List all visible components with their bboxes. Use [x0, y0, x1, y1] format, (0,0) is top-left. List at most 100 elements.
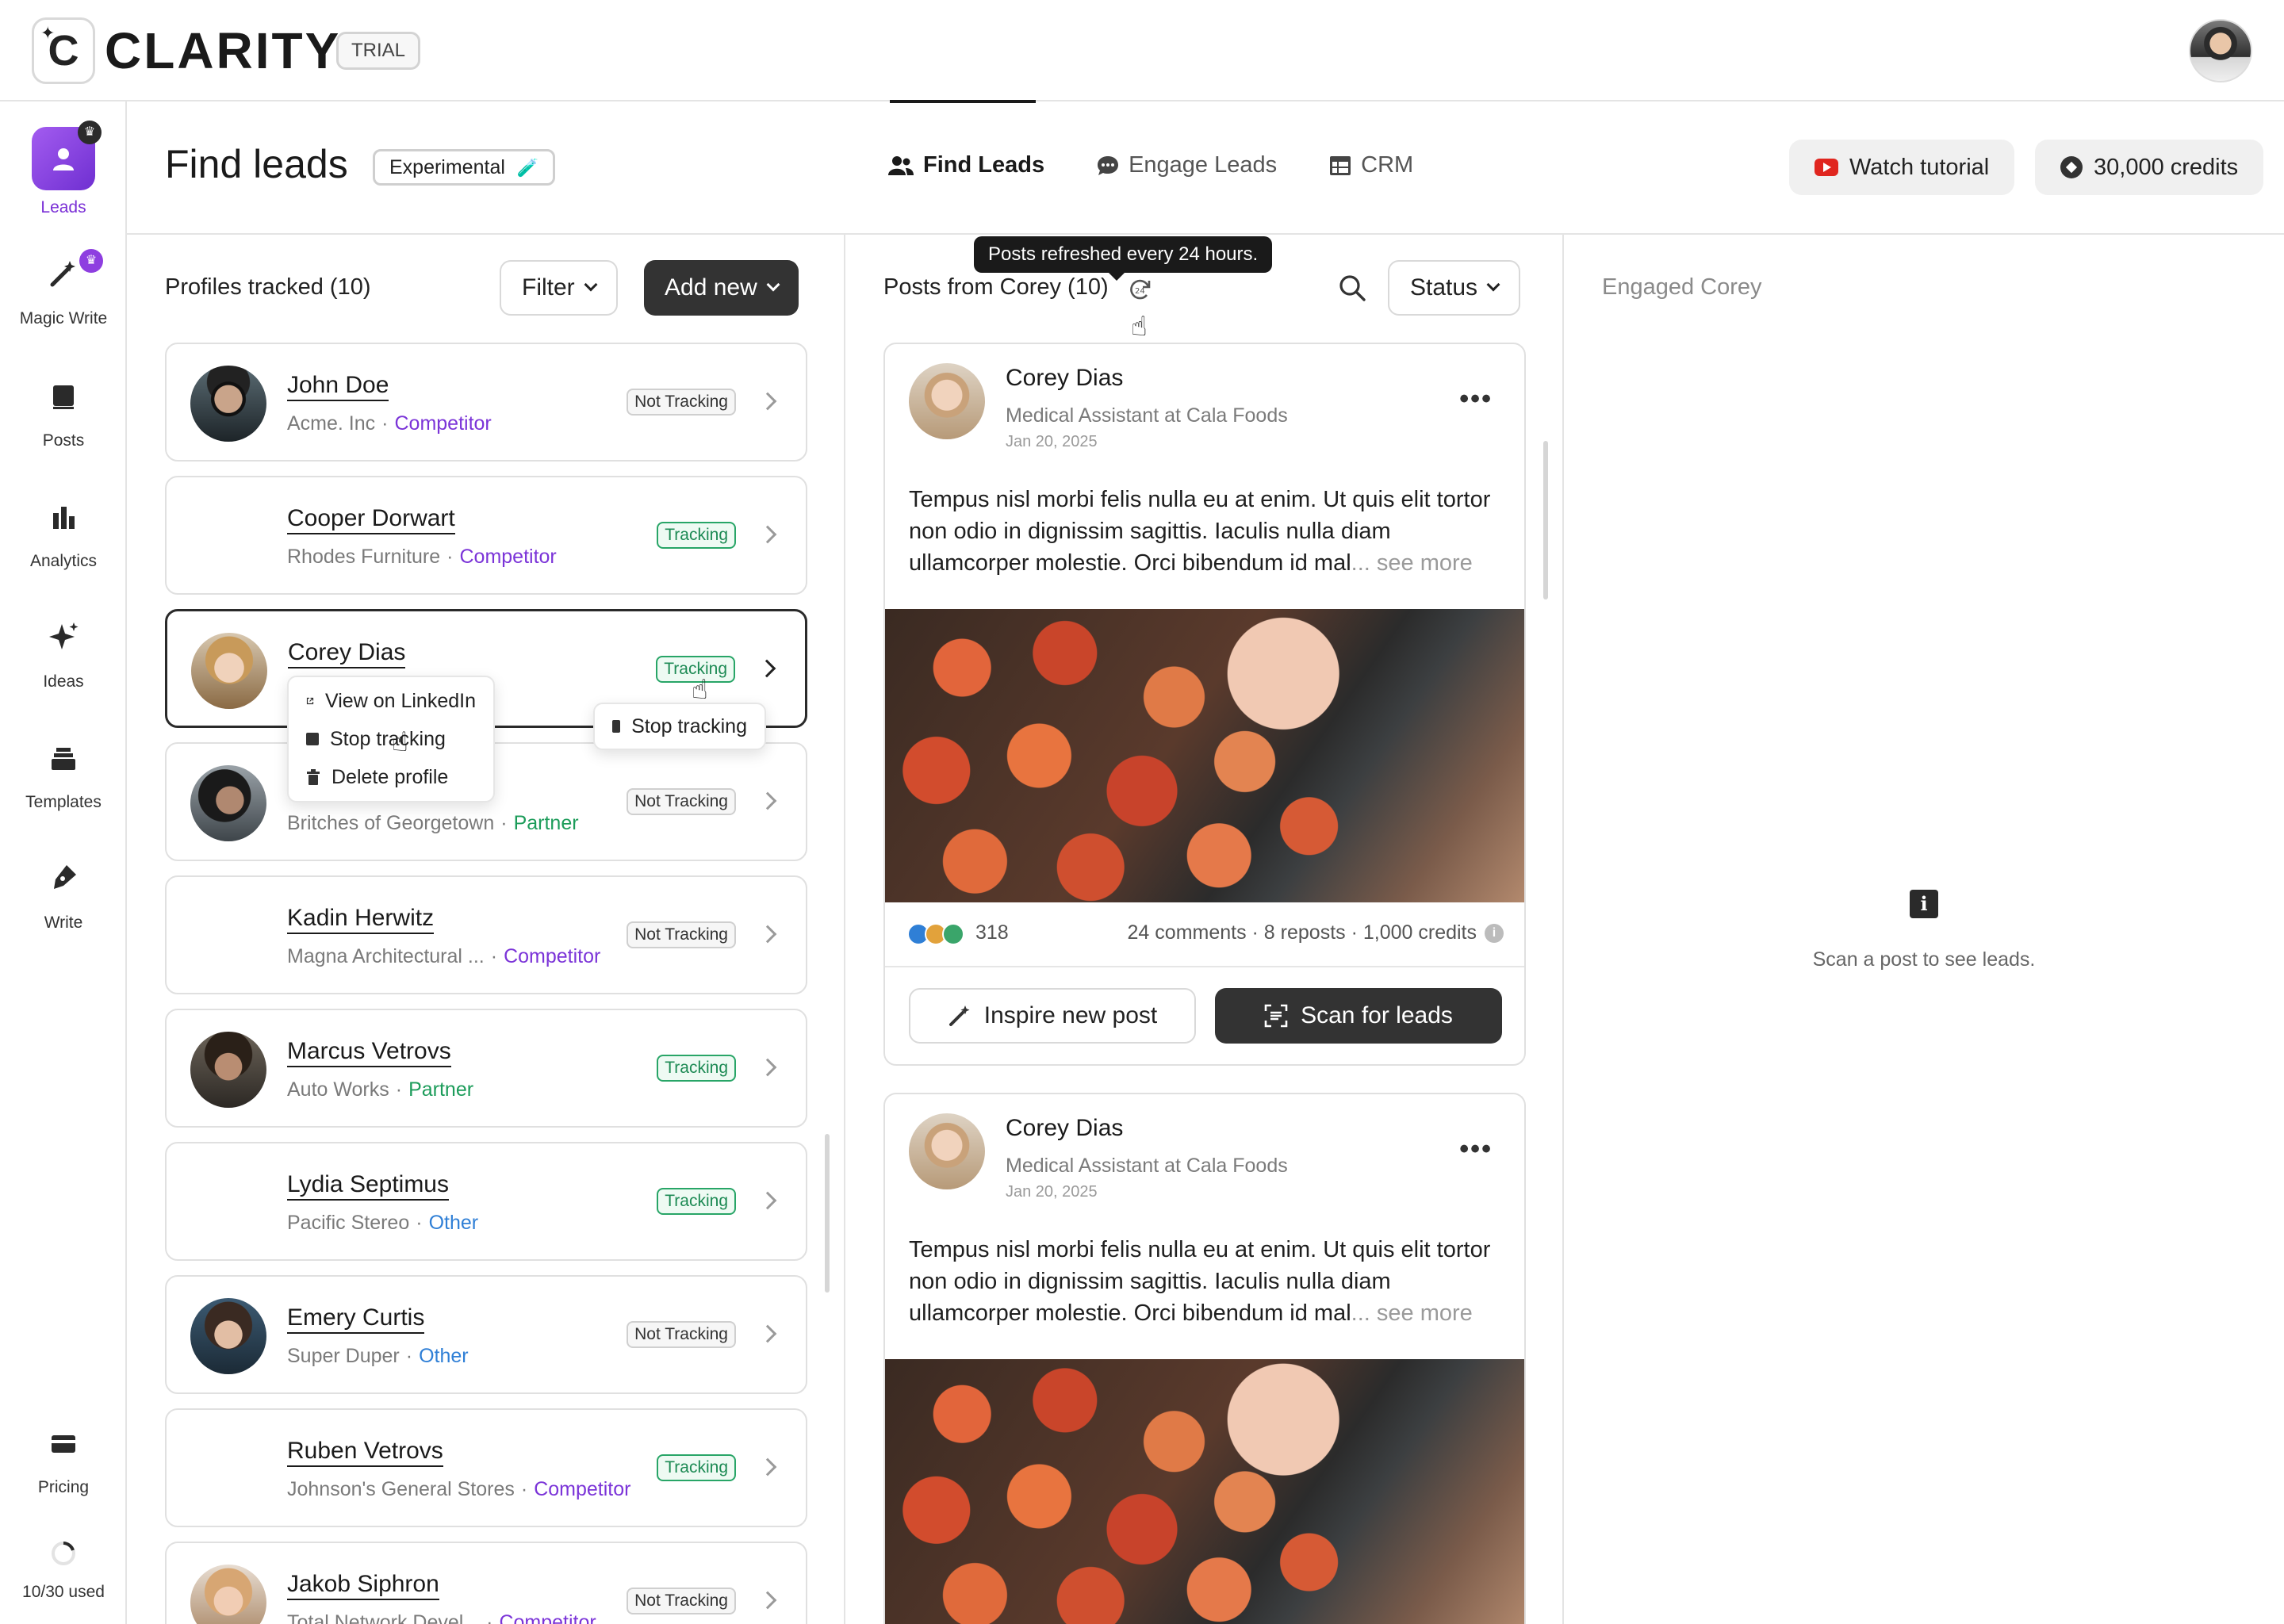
- chevron-right-icon[interactable]: [758, 525, 777, 544]
- chevron-right-icon[interactable]: [758, 392, 777, 411]
- sidebar-item-leads[interactable]: ♛ Leads: [0, 121, 127, 217]
- profile-card[interactable]: Emery Curtis Super Duper · Other Not Track…: [165, 1275, 807, 1394]
- chat-bubble-icon: [1098, 155, 1119, 175]
- profile-card[interactable]: Lydia Septimus Pacific Stereo · Other Trac…: [165, 1142, 807, 1261]
- magic-wand-icon: [948, 1005, 970, 1026]
- scan-for-leads-button[interactable]: Scan for leads: [1215, 988, 1502, 1044]
- menu-item-stop-tracking[interactable]: Stop tracking: [289, 720, 493, 758]
- tab-find-leads[interactable]: Find Leads: [888, 152, 1044, 178]
- profile-name[interactable]: Corey Dias: [288, 638, 406, 668]
- sparkle-icon: [41, 620, 86, 665]
- filter-button[interactable]: Filter: [500, 260, 618, 316]
- credits-button[interactable]: 30,000 credits: [2035, 140, 2264, 195]
- post-author-role: Medical Assistant at Cala Foods: [1006, 404, 1288, 427]
- more-options-icon[interactable]: •••: [1459, 384, 1493, 415]
- profile-card[interactable]: Cooper Dorwart Rhodes Furniture · Competit…: [165, 476, 807, 595]
- sidebar-item-ideas[interactable]: Ideas: [0, 620, 127, 691]
- posts-scrollbar[interactable]: [1543, 441, 1548, 599]
- profile-name[interactable]: Jakob Siphron: [287, 1570, 439, 1600]
- profile-card[interactable]: Jakob Siphron Total Network Devel... · Com…: [165, 1542, 807, 1624]
- sidebar-item-write[interactable]: Write: [0, 861, 127, 933]
- chevron-right-icon[interactable]: [758, 1324, 777, 1343]
- column-divider: [844, 235, 845, 1624]
- post-image[interactable]: [885, 609, 1524, 902]
- pen-icon: [41, 861, 86, 906]
- watch-tutorial-button[interactable]: Watch tutorial: [1789, 140, 2015, 195]
- menu-item-stop-tracking[interactable]: Stop tracking: [595, 707, 765, 745]
- menu-item-label: Stop tracking: [330, 727, 446, 750]
- chevron-right-icon[interactable]: [757, 659, 776, 678]
- page-title: Find leads: [165, 142, 348, 186]
- profile-name[interactable]: Marcus Vetrovs: [287, 1037, 451, 1067]
- profiles-scrollbar[interactable]: [825, 1134, 830, 1293]
- chevron-right-icon[interactable]: [758, 925, 777, 944]
- sidebar-item-magic-write[interactable]: ♛ Magic Write: [0, 249, 127, 328]
- chevron-right-icon[interactable]: [758, 1591, 777, 1610]
- see-more-link[interactable]: ... see more: [1351, 550, 1473, 576]
- profile-company: Super Duper: [287, 1345, 400, 1367]
- refresh-tooltip: Posts refreshed every 24 hours.: [974, 236, 1273, 281]
- profile-company: Johnson's General Stores: [287, 1478, 515, 1500]
- profile-role: Competitor: [459, 546, 557, 568]
- crown-icon: ♛: [78, 121, 102, 144]
- profile-card[interactable]: Marcus Vetrovs Auto Works · Partner Tracki…: [165, 1009, 807, 1128]
- sidebar-item-posts[interactable]: Posts: [0, 379, 127, 450]
- profile-card[interactable]: Ruben Vetrovs Johnson's General Stores · C…: [165, 1408, 807, 1527]
- profile-name[interactable]: Cooper Dorwart: [287, 504, 455, 534]
- profile-company: Rhodes Furniture: [287, 546, 441, 568]
- badge-label: Experimental: [389, 156, 505, 178]
- more-options-icon[interactable]: •••: [1459, 1134, 1493, 1165]
- chevron-right-icon[interactable]: [758, 1457, 777, 1477]
- chevron-right-icon[interactable]: [758, 1191, 777, 1210]
- profile-meta: Acme. Inc · Competitor: [287, 412, 492, 435]
- chevron-right-icon[interactable]: [758, 791, 777, 810]
- chevron-right-icon[interactable]: [758, 1058, 777, 1077]
- profile-name[interactable]: Lydia Septimus: [287, 1170, 449, 1201]
- scan-icon: [1264, 1004, 1288, 1028]
- profile-meta: Johnson's General Stores · Competitor: [287, 1478, 631, 1500]
- profile-name[interactable]: John Doe: [287, 371, 389, 401]
- refresh-24h-icon[interactable]: 24: [1126, 276, 1153, 307]
- tab-crm[interactable]: CRM: [1329, 152, 1413, 178]
- info-icon[interactable]: i: [1485, 923, 1504, 943]
- profile-meta: Magna Architectural ... · Competitor: [287, 945, 601, 967]
- menu-item-view-linkedin[interactable]: View on LinkedIn: [289, 682, 493, 720]
- profile-card[interactable]: John Doe Acme. Inc · Competitor Not Tracki…: [165, 343, 807, 462]
- status-badge: Tracking: [657, 1454, 736, 1481]
- sidebar-item-pricing[interactable]: Pricing: [0, 1426, 127, 1497]
- sidebar-item-analytics[interactable]: Analytics: [0, 500, 127, 571]
- stop-icon: [306, 733, 319, 745]
- sidebar-item-label: Write: [44, 914, 83, 932]
- tab-engage-leads[interactable]: Engage Leads: [1097, 152, 1277, 178]
- profile-name[interactable]: Ruben Vetrovs: [287, 1437, 443, 1467]
- status-badge: Tracking: [657, 1055, 736, 1082]
- search-icon[interactable]: [1337, 273, 1367, 307]
- chevron-down-icon: [766, 278, 780, 292]
- menu-item-delete-profile[interactable]: Delete profile: [289, 758, 493, 796]
- profile-name[interactable]: Kadin Herwitz: [287, 904, 435, 934]
- bar-chart-icon: [41, 500, 86, 544]
- sidebar-item-templates[interactable]: Templates: [0, 741, 127, 812]
- inspire-new-post-button[interactable]: Inspire new post: [909, 988, 1196, 1044]
- sidebar-item-label: Posts: [42, 431, 85, 450]
- sidebar-item-label: Pricing: [37, 1478, 90, 1496]
- see-more-link[interactable]: ... see more: [1351, 1300, 1473, 1326]
- profile-company: Auto Works: [287, 1078, 389, 1101]
- usage-indicator: 10/30 used: [0, 1535, 127, 1602]
- add-new-button[interactable]: Add new: [644, 260, 799, 316]
- status-filter-button[interactable]: Status: [1388, 260, 1521, 316]
- profile-name[interactable]: Emery Curtis: [287, 1304, 425, 1334]
- post-author[interactable]: Corey Dias: [1006, 1115, 1123, 1142]
- chevron-down-icon: [584, 278, 598, 292]
- avatar: [190, 1032, 266, 1108]
- magic-wand-icon: ♛: [41, 249, 103, 301]
- button-label: Watch tutorial: [1849, 154, 1990, 180]
- profile-card[interactable]: Kadin Herwitz Magna Architectural ... · Co…: [165, 875, 807, 994]
- logo-mark[interactable]: ✦ C: [32, 17, 95, 84]
- leads-icon: ♛: [32, 121, 102, 190]
- post-image[interactable]: [885, 1359, 1524, 1624]
- post-author[interactable]: Corey Dias: [1006, 365, 1123, 392]
- user-avatar[interactable]: [2189, 19, 2252, 82]
- credit-card-icon: [41, 1426, 86, 1470]
- sidebar-item-label: Leads: [40, 198, 86, 216]
